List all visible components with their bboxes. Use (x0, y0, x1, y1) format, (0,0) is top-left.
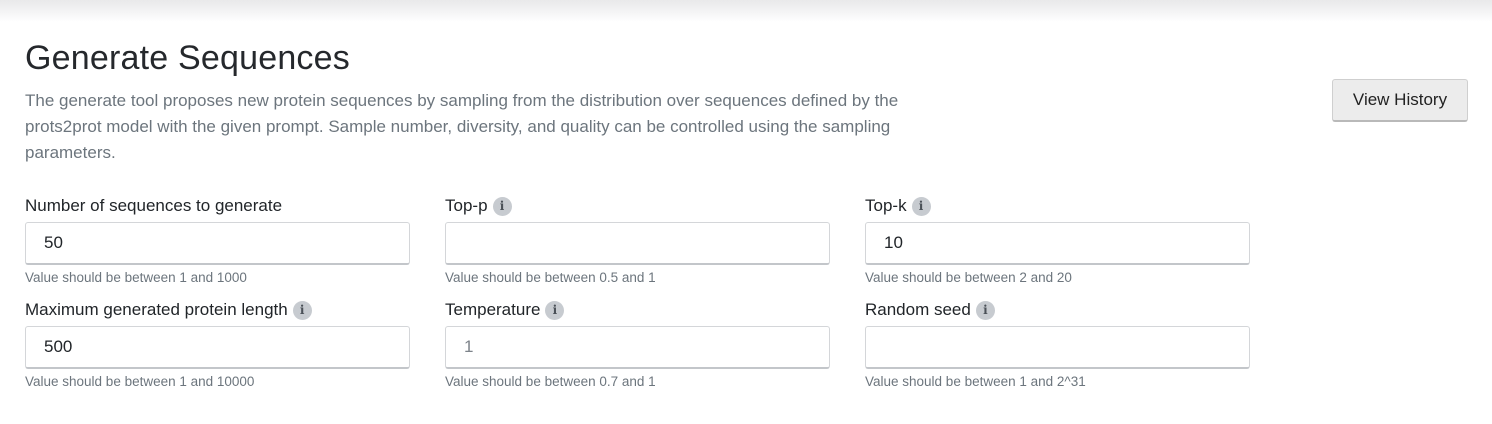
max-length-info-icon[interactable]: i (292, 300, 312, 320)
field-top-p: Top-p i Value should be between 0.5 and … (445, 195, 830, 285)
num-sequences-input[interactable] (25, 222, 410, 265)
page-title: Generate Sequences (25, 39, 350, 77)
generate-page: Generate Sequences The generate tool pro… (25, 0, 1468, 424)
temperature-input[interactable] (445, 326, 830, 369)
field-label-row: Temperature i (445, 299, 830, 321)
random-seed-label: Random seed (865, 300, 971, 319)
field-max-length: Maximum generated protein length i Value… (25, 299, 410, 389)
top-p-help: Value should be between 0.5 and 1 (445, 270, 656, 285)
field-label-row: Random seed i (865, 299, 1250, 321)
page-description: The generate tool proposes new protein s… (25, 91, 899, 162)
random-seed-info-icon[interactable]: i (975, 300, 995, 320)
top-p-input[interactable] (445, 222, 830, 265)
temperature-info-icon[interactable]: i (545, 300, 565, 320)
top-k-input[interactable] (865, 222, 1250, 265)
field-label-row: Top-p i (445, 195, 830, 217)
num-sequences-label: Number of sequences to generate (25, 196, 283, 215)
field-label-row: Number of sequences to generate (25, 195, 410, 217)
top-k-help: Value should be between 2 and 20 (865, 270, 1072, 285)
top-p-label: Top-p (445, 196, 488, 215)
field-temperature: Temperature i Value should be between 0.… (445, 299, 830, 389)
top-p-info-icon[interactable]: i (492, 196, 512, 216)
field-label-row: Top-k i (865, 195, 1250, 217)
temperature-help: Value should be between 0.7 and 1 (445, 374, 656, 389)
top-k-info-icon[interactable]: i (911, 196, 931, 216)
view-history-button[interactable]: View History (1332, 79, 1468, 122)
max-length-help: Value should be between 1 and 10000 (25, 374, 255, 389)
field-num-sequences: Number of sequences to generate Value sh… (25, 195, 410, 285)
random-seed-help: Value should be between 1 and 2^31 (865, 374, 1086, 389)
random-seed-input[interactable] (865, 326, 1250, 369)
field-random-seed: Random seed i Value should be between 1 … (865, 299, 1250, 389)
max-length-input[interactable] (25, 326, 410, 369)
num-sequences-help: Value should be between 1 and 1000 (25, 270, 247, 285)
top-k-label: Top-k (865, 196, 907, 215)
max-length-label: Maximum generated protein length (25, 300, 288, 319)
field-top-k: Top-k i Value should be between 2 and 20 (865, 195, 1250, 285)
temperature-label: Temperature (445, 300, 541, 319)
field-label-row: Maximum generated protein length i (25, 299, 410, 321)
